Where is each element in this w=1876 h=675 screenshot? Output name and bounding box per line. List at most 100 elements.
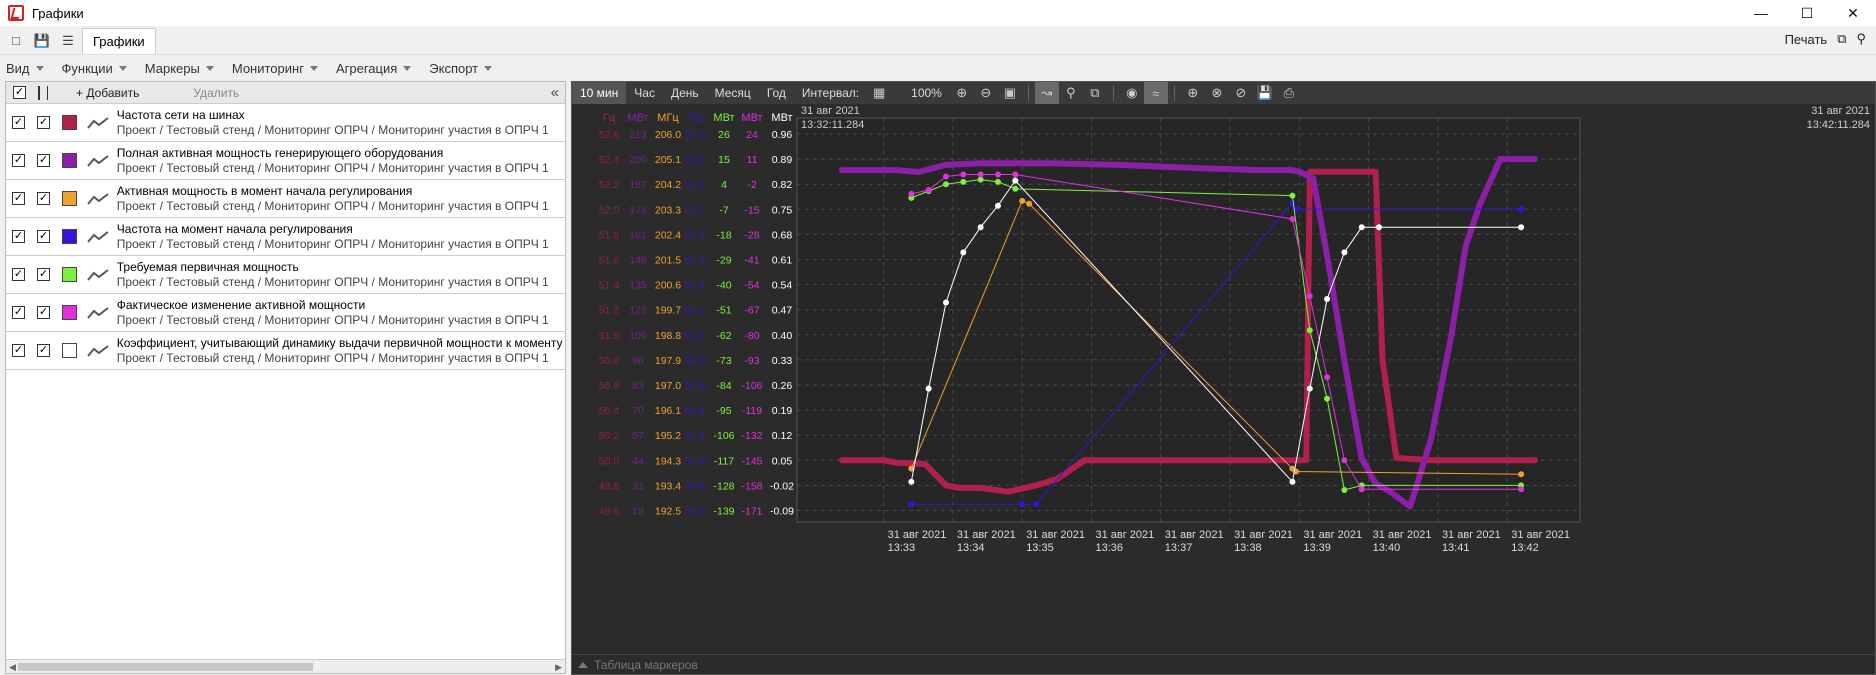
axis-tick-label: -62 xyxy=(716,330,731,342)
add-series-button[interactable]: + Добавить xyxy=(76,86,139,100)
delete-series-button[interactable]: Удалить xyxy=(193,86,239,100)
menu-aggregation[interactable]: Агрегация xyxy=(336,61,412,76)
save-icon[interactable]: 💾 xyxy=(1253,82,1277,104)
axis-tick-label: 135 xyxy=(629,280,647,292)
scrollbar-thumb[interactable] xyxy=(18,663,313,671)
scroll-right-icon[interactable]: ▶ xyxy=(555,662,562,673)
series-visible-checkbox[interactable]: ✓ xyxy=(36,116,50,129)
series-color-swatch[interactable] xyxy=(61,153,77,168)
marker-table-toggle[interactable]: Таблица маркеров xyxy=(572,654,1875,674)
collapse-panel-icon[interactable]: « xyxy=(551,84,559,101)
eye-icon[interactable]: ◉ xyxy=(1120,82,1144,104)
x-tick-date: 31 авг 2021 xyxy=(1373,529,1432,541)
series-color-swatch[interactable] xyxy=(61,115,77,130)
axis-tick-label: 51.6 xyxy=(685,255,706,267)
series-visible-checkbox[interactable]: ✓ xyxy=(36,344,50,357)
series-text: Полная активная мощность генерирующего о… xyxy=(117,146,565,175)
x-tick-time: 13:35 xyxy=(1026,542,1054,554)
clear-markers-icon[interactable]: ⊘ xyxy=(1229,82,1253,104)
tab-charts[interactable]: Графики xyxy=(82,27,156,54)
menu-label: Мониторинг xyxy=(231,60,304,76)
series-visible-checkbox[interactable]: ✓ xyxy=(36,306,50,319)
series-visible-checkbox[interactable]: ✓ xyxy=(36,192,50,205)
remove-marker-icon[interactable]: ⊗ xyxy=(1205,82,1229,104)
save-icon[interactable]: 💾 xyxy=(32,31,52,51)
axis-tick-label: 52.2 xyxy=(599,179,620,191)
print-button[interactable]: Печать xyxy=(1785,32,1828,47)
axis-tick-label: 109 xyxy=(629,330,647,342)
scroll-left-icon[interactable]: ◀ xyxy=(9,662,16,673)
series-visible-checkbox[interactable]: ✓ xyxy=(36,268,50,281)
series-select-checkbox[interactable]: ✓ xyxy=(12,116,25,129)
series-select-checkbox[interactable]: ✓ xyxy=(12,344,25,357)
range-10min-button[interactable]: 10 мин xyxy=(572,82,627,104)
maximize-icon[interactable]: ☐ xyxy=(1784,0,1830,26)
series-row[interactable]: ✓ ✓ Активная мощность в момент начала регу… xyxy=(6,180,565,218)
series-row[interactable]: ✓ ✓ Полная активная мощность генерирующего… xyxy=(6,142,565,180)
hamburger-menu-icon[interactable]: ☰ xyxy=(58,31,78,51)
range-month-button[interactable]: Месяц xyxy=(707,82,759,104)
series-point xyxy=(994,171,1001,178)
series-point xyxy=(1518,224,1525,231)
print-icon[interactable]: ⎙ xyxy=(1277,82,1301,104)
select-all-checkbox[interactable]: ✓ xyxy=(13,86,26,99)
series-row[interactable]: ✓ ✓ Коэффициент, учитывающий динамику выда… xyxy=(6,332,565,370)
window-controls: — ☐ ✕ xyxy=(1738,0,1876,26)
series-select-checkbox[interactable]: ✓ xyxy=(12,154,25,167)
series-visible-checkbox[interactable]: ✓ xyxy=(36,230,50,243)
menu-functions[interactable]: Функции xyxy=(62,61,127,76)
series-color-swatch[interactable] xyxy=(61,229,77,244)
menu-monitoring[interactable]: Мониторинг xyxy=(232,61,318,76)
menu-markers[interactable]: Маркеры xyxy=(145,61,214,76)
series-color-swatch[interactable] xyxy=(61,191,77,206)
menu-view[interactable]: Вид xyxy=(6,61,44,76)
series-row[interactable]: ✓ ✓ Частота сети на шинах Проект / Тестовый… xyxy=(6,104,565,142)
series-color-swatch[interactable] xyxy=(61,267,77,282)
chart-canvas[interactable]: 31 авг 2021 13:33 31 авг 2021 13:34 31 авг 2… xyxy=(572,104,1875,655)
series-color-swatch[interactable] xyxy=(61,305,77,320)
series-point xyxy=(942,173,949,180)
horizontal-scrollbar[interactable]: ◀ ▶ xyxy=(6,659,565,673)
zoom-in-icon[interactable]: ⊕ xyxy=(950,82,974,104)
axis-tick-label: -132 xyxy=(741,430,762,442)
series-select-checkbox[interactable]: ✓ xyxy=(12,230,25,243)
axis-tick-label: 203.3 xyxy=(655,204,681,216)
blank-icon[interactable]: □ xyxy=(6,31,26,51)
menu-export[interactable]: Экспорт xyxy=(429,61,493,76)
range-year-button[interactable]: Год xyxy=(759,82,794,104)
zoom-out-icon[interactable]: ⊖ xyxy=(974,82,998,104)
windows-icon[interactable]: ⧉ xyxy=(1083,82,1107,104)
axis-tick-label: 161 xyxy=(629,229,647,241)
axis-tick-label: 24 xyxy=(746,129,758,141)
range-hour-button[interactable]: Час xyxy=(626,82,663,104)
series-row[interactable]: ✓ ✓ Фактическое изменение активной мощност… xyxy=(6,294,565,332)
x-tick-date: 31 авг 2021 xyxy=(1511,529,1570,541)
minimize-icon[interactable]: — xyxy=(1738,0,1784,26)
series-row[interactable]: ✓ ✓ Частота на момент начала регулирования… xyxy=(6,218,565,256)
axis-tick-label: 192.5 xyxy=(655,506,681,518)
pin-icon[interactable]: ⚲ xyxy=(1856,31,1866,47)
axis-tick-label: 202.4 xyxy=(655,229,681,241)
axis-tick-label: -117 xyxy=(714,455,734,467)
calendar-icon[interactable]: ▦ xyxy=(867,82,891,104)
series-select-checkbox[interactable]: ✓ xyxy=(12,306,25,319)
filter-curve-icon[interactable]: ≈ xyxy=(1143,82,1168,104)
location-pin-icon[interactable]: ⚲ xyxy=(1059,82,1083,104)
column-toggle-icon[interactable] xyxy=(38,85,48,100)
series-point xyxy=(908,190,915,197)
series-select-checkbox[interactable]: ✓ xyxy=(12,268,25,281)
series-visible-checkbox[interactable]: ✓ xyxy=(36,154,50,167)
series-path: Проект / Тестовый стенд / Мониторинг ОПР… xyxy=(116,199,549,213)
series-color-swatch[interactable] xyxy=(61,343,77,358)
add-marker-icon[interactable]: ⊕ xyxy=(1181,82,1205,104)
chart-svg[interactable]: 31 авг 202113:3331 авг 202113:3431 авг 2… xyxy=(572,104,1875,655)
open-external-icon[interactable]: ⧉ xyxy=(1837,31,1846,47)
axis-tick-label: 0.47 xyxy=(772,305,793,317)
range-day-button[interactable]: День xyxy=(663,82,707,104)
zoom-reset-icon[interactable]: ▣ xyxy=(998,82,1022,104)
series-select-checkbox[interactable]: ✓ xyxy=(12,192,25,205)
close-icon[interactable]: ✕ xyxy=(1830,0,1876,26)
chart-mode-icon[interactable]: ↝ xyxy=(1034,82,1059,104)
series-row[interactable]: ✓ ✓ Требуемая первичная мощность Проект / Т… xyxy=(6,256,565,294)
axis-tick-label: 49.8 xyxy=(599,480,620,492)
